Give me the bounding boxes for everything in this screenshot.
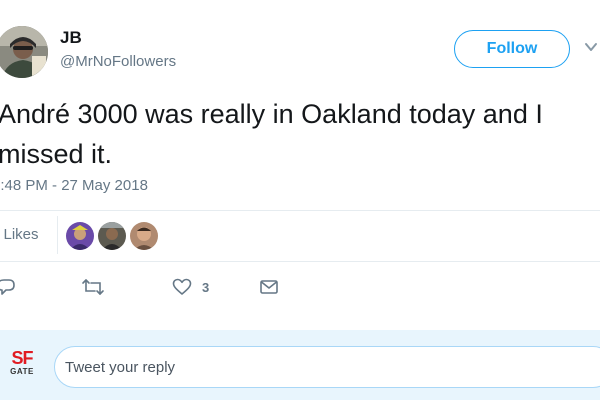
follow-button[interactable]: Follow bbox=[454, 30, 570, 68]
like-count: 3 bbox=[202, 279, 210, 295]
direct-message-button[interactable] bbox=[259, 276, 279, 298]
stat-separator bbox=[57, 216, 58, 254]
user-avatar[interactable] bbox=[0, 26, 48, 78]
user-handle[interactable]: @MrNoFollowers bbox=[60, 53, 176, 70]
display-name[interactable]: JB bbox=[60, 28, 82, 48]
tweet-timestamp[interactable]: 1:48 PM - 27 May 2018 bbox=[0, 177, 148, 194]
liker-avatar-icon bbox=[130, 222, 158, 250]
reply-input[interactable] bbox=[54, 346, 600, 388]
sfgate-logo: SF GATE bbox=[7, 349, 37, 376]
liker-avatar[interactable] bbox=[98, 222, 126, 250]
liker-avatar-icon bbox=[98, 222, 126, 250]
like-button[interactable]: 3 bbox=[172, 276, 209, 298]
divider bbox=[0, 210, 600, 211]
likes-label: Likes bbox=[0, 226, 39, 243]
retweet-icon bbox=[82, 279, 104, 295]
liker-avatar[interactable] bbox=[130, 222, 158, 250]
likes-stat[interactable]: 3 Likes bbox=[0, 226, 39, 243]
tweet-text: André 3000 was really in Oakland today a… bbox=[0, 99, 543, 169]
liker-avatar-icon bbox=[66, 222, 94, 250]
reply-button[interactable] bbox=[0, 276, 16, 298]
chevron-down-icon[interactable] bbox=[584, 40, 598, 54]
tweet-card: JB @MrNoFollowers Follow André 3000 was … bbox=[0, 0, 600, 400]
logo-line-2: GATE bbox=[10, 367, 34, 376]
divider bbox=[0, 261, 600, 262]
liker-avatar[interactable] bbox=[66, 222, 94, 250]
retweet-button[interactable] bbox=[81, 276, 105, 298]
logo-line-1: SF bbox=[11, 348, 33, 368]
envelope-icon bbox=[260, 280, 278, 294]
avatar-photo-icon bbox=[0, 26, 48, 78]
heart-icon bbox=[172, 278, 192, 295]
reply-icon bbox=[0, 279, 15, 295]
